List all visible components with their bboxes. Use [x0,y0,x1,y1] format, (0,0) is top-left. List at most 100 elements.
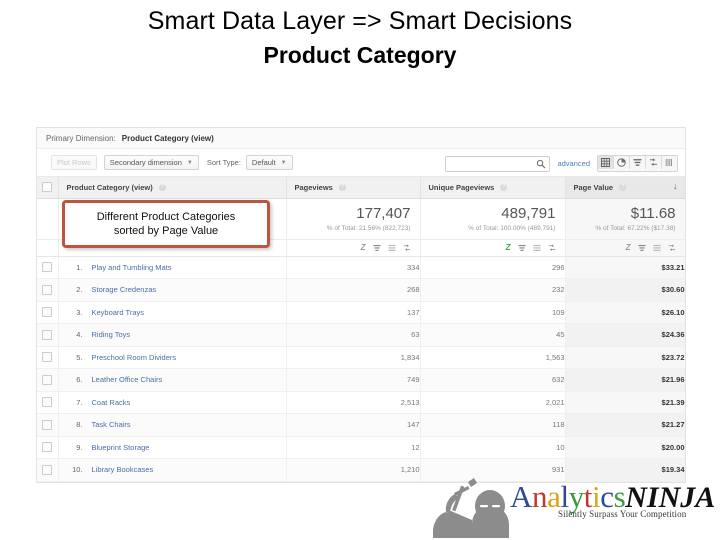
summary-pageviews-cell: 177,407 % of Total: 21.56% (822,723) [286,198,421,240]
table-row[interactable]: 8. Task Chairs 147 118 $21.27 [37,413,685,437]
search-input[interactable] [445,155,551,172]
ninja-silhouette-icon [433,478,509,538]
row-select-cell[interactable] [37,301,59,324]
row-checkbox[interactable] [42,374,53,385]
pie-chart-view-icon[interactable] [614,156,630,169]
row-dimension-cell: 3. Keyboard Trays [58,301,287,324]
row-dimension-link[interactable]: Blueprint Storage [92,443,150,452]
table-row[interactable]: 7. Coat Racks 2,513 2,021 $21.39 [37,391,685,414]
performance-bar-icon[interactable] [517,244,526,252]
annotation-callout: Different Product Categories sorted by P… [62,200,270,248]
column-header-unique-pageviews[interactable]: Unique Pageviews ? [420,177,566,199]
row-select-cell[interactable] [37,256,59,279]
table-row[interactable]: 3. Keyboard Trays 137 109 $26.10 [37,301,685,324]
row-pageviews: 137 [286,301,421,324]
row-select-cell[interactable] [37,323,59,347]
row-select-cell[interactable] [37,278,59,302]
help-icon[interactable]: ? [619,184,627,192]
row-unique-pageviews: 109 [420,301,566,324]
comparison-view-icon[interactable] [646,156,662,169]
row-unique-pageviews: 10 [420,436,566,459]
table-row[interactable]: 2. Storage Credenzas 268 232 $30.60 [37,278,685,302]
row-dimension-cell: 5. Preschool Room Dividers [58,346,287,369]
logo-letter-A: A [510,479,532,514]
column-header-dimension[interactable]: Product Category (view) ? [58,177,287,199]
row-checkbox[interactable] [42,419,53,430]
row-index: 9. [76,442,83,452]
plot-rows-button[interactable]: Plot Rows [51,155,97,170]
row-unique-pageviews: 632 [420,368,566,392]
row-dimension-link[interactable]: Task Chairs [92,420,131,429]
row-dimension-link[interactable]: Storage Credenzas [92,285,157,294]
row-select-cell[interactable] [37,436,59,459]
row-select-cell[interactable] [37,368,59,392]
select-all-header[interactable] [37,177,59,199]
row-dimension-cell: 4. Riding Toys [58,323,287,347]
select-all-checkbox[interactable] [42,182,53,193]
row-checkbox[interactable] [42,307,53,318]
row-page-value: $26.10 [565,301,685,324]
row-dimension-link[interactable]: Riding Toys [92,330,131,339]
search-icon[interactable] [536,159,546,169]
bar-chart-icon[interactable] [652,244,661,252]
annotation-line-1: Different Product Categories [96,211,236,223]
help-icon[interactable]: ? [338,184,346,192]
sort-alpha-icon[interactable]: Z [626,244,631,252]
bar-chart-icon[interactable] [532,244,541,252]
row-select-cell[interactable] [37,458,59,482]
table-row[interactable]: 1. Play and Tumbling Mats 334 296 $33.21 [37,256,685,279]
sort-descending-icon[interactable]: ↓ [673,182,678,191]
row-dimension-link[interactable]: Library Bookcases [92,465,154,474]
row-dimension-link[interactable]: Preschool Room Dividers [92,353,177,362]
row-checkbox[interactable] [42,329,53,340]
row-checkbox[interactable] [42,397,53,408]
row-checkbox[interactable] [42,352,53,363]
help-icon[interactable]: ? [158,184,166,192]
report-controls-row: Plot Rows Secondary dimension ▼ Sort Typ… [37,149,685,177]
pivot-view-icon[interactable] [662,156,677,169]
table-view-icon[interactable] [598,156,614,169]
row-checkbox[interactable] [42,262,53,273]
column-header-pageviews[interactable]: Pageviews ? [286,177,421,199]
column-header-dimension-label: Product Category (view) [66,182,153,192]
primary-dimension-bar: Primary Dimension: Product Category (vie… [37,128,685,149]
primary-dimension-value[interactable]: Product Category (view) [122,134,214,143]
performance-bar-icon[interactable] [372,244,381,252]
table-row[interactable]: 6. Leather Office Chairs 749 632 $21.96 [37,368,685,392]
comparison-icon[interactable] [668,244,676,252]
row-checkbox[interactable] [42,464,53,475]
summary-page-value-percent: % of Total: 67.22% ($17.38) [595,224,676,232]
table-header-row: Product Category (view) ? Pageviews ? Un… [37,177,685,199]
summary-page-value-value: $11.68 [630,204,676,222]
row-checkbox[interactable] [42,284,53,295]
row-select-cell[interactable] [37,391,59,414]
comparison-icon[interactable] [403,244,411,252]
help-icon[interactable]: ? [500,184,508,192]
column-header-page-value[interactable]: Page Value ? ↓ [565,177,685,199]
sort-type-dropdown[interactable]: Default ▼ [245,155,293,170]
comparison-icon[interactable] [548,244,556,252]
row-dimension-cell: 8. Task Chairs [58,413,287,437]
row-dimension-link[interactable]: Leather Office Chairs [92,375,163,384]
row-select-cell[interactable] [37,346,59,369]
sort-alpha-icon[interactable]: Z [361,244,366,252]
row-dimension-link[interactable]: Keyboard Trays [92,308,145,317]
row-page-value: $23.72 [565,346,685,369]
performance-bar-view-icon[interactable] [630,156,646,169]
bar-chart-icon[interactable] [387,244,396,252]
secondary-dimension-dropdown[interactable]: Secondary dimension ▼ [103,155,199,170]
table-row[interactable]: 9. Blueprint Storage 12 10 $20.00 [37,436,685,459]
row-pageviews: 63 [286,323,421,347]
row-select-cell[interactable] [37,413,59,437]
table-row[interactable]: 5. Preschool Room Dividers 1,834 1,563 $2… [37,346,685,369]
sort-alpha-icon[interactable]: Z [506,244,511,252]
advanced-link[interactable]: advanced [557,159,590,168]
row-index: 6. [76,375,83,385]
row-pageviews: 2,513 [286,391,421,414]
column-header-pageviews-label: Pageviews [294,182,333,192]
row-checkbox[interactable] [42,442,53,453]
table-row[interactable]: 4. Riding Toys 63 45 $24.36 [37,323,685,347]
row-dimension-link[interactable]: Play and Tumbling Mats [92,263,172,272]
row-dimension-link[interactable]: Coat Racks [92,398,131,407]
performance-bar-icon[interactable] [637,244,646,252]
